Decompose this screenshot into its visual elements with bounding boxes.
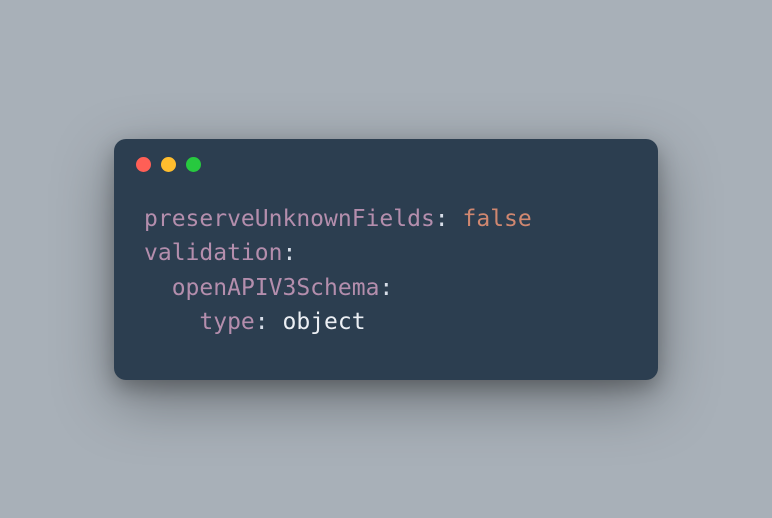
yaml-key: openAPIV3Schema <box>172 275 380 301</box>
minimize-icon[interactable] <box>161 157 176 172</box>
yaml-colon: : <box>282 240 296 266</box>
yaml-key: validation <box>144 240 282 266</box>
code-line: validation: <box>144 236 628 271</box>
window-titlebar <box>114 139 658 172</box>
yaml-colon: : <box>435 206 449 232</box>
yaml-space <box>449 206 463 232</box>
yaml-colon: : <box>255 309 269 335</box>
close-icon[interactable] <box>136 157 151 172</box>
code-line: openAPIV3Schema: <box>144 271 628 306</box>
yaml-key: type <box>199 309 254 335</box>
yaml-indent <box>144 275 172 301</box>
maximize-icon[interactable] <box>186 157 201 172</box>
yaml-bool: false <box>463 206 532 232</box>
code-content: preserveUnknownFields: false validation:… <box>114 172 658 380</box>
yaml-key: preserveUnknownFields <box>144 206 435 232</box>
yaml-string: object <box>283 309 366 335</box>
code-window: preserveUnknownFields: false validation:… <box>114 139 658 380</box>
yaml-space <box>269 309 283 335</box>
yaml-indent <box>144 309 199 335</box>
code-line: type: object <box>144 305 628 340</box>
yaml-colon: : <box>379 275 393 301</box>
code-line: preserveUnknownFields: false <box>144 202 628 237</box>
